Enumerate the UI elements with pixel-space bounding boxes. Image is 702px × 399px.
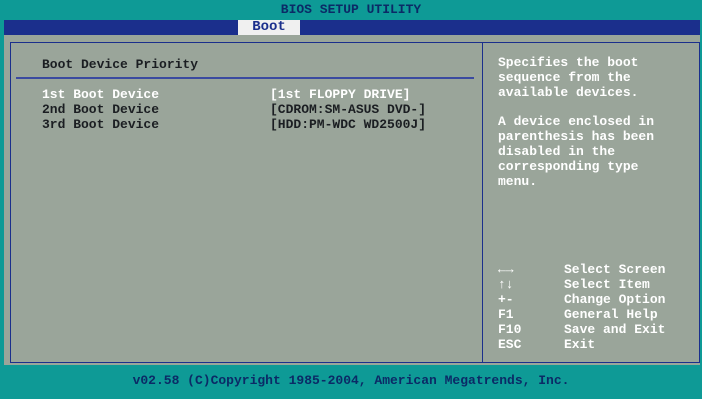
boot-device-label: 3rd Boot Device (42, 117, 160, 132)
key-action: Select Item (564, 277, 650, 292)
arrows-horizontal-icon: ←→ (498, 262, 514, 277)
key-action: General Help (564, 307, 658, 322)
key-legend-row: F10 Save and Exit (498, 322, 698, 337)
copyright-footer: v02.58 (C)Copyright 1985-2004, American … (132, 373, 570, 388)
key-action: Exit (564, 337, 596, 352)
key-legend-row: ↑↓ Select Item (498, 277, 698, 292)
key-name: +- (498, 292, 514, 307)
key-action: Select Screen (564, 262, 666, 277)
help-line: parenthesis has been (498, 129, 655, 144)
key-legend: ←→ Select Screen ↑↓ Select Item +- Chang… (498, 262, 698, 352)
utility-title: BIOS SETUP UTILITY (280, 2, 422, 17)
boot-device-value[interactable]: [CDROM:SM-ASUS DVD-] (270, 102, 426, 117)
key-action: Save and Exit (564, 322, 666, 337)
boot-device-value[interactable]: [HDD:PM-WDC WD2500J] (270, 117, 426, 132)
main-panel: Boot Device Priority 1st Boot Device [1s… (4, 35, 700, 365)
bios-window: BIOS SETUP UTILITY Boot Boot Device Prio… (0, 0, 702, 399)
help-line: menu. (498, 174, 538, 189)
help-line: corresponding type (498, 159, 639, 174)
boot-device-label: 2nd Boot Device (42, 102, 160, 117)
key-action: Change Option (564, 292, 666, 307)
arrows-vertical-icon: ↑↓ (498, 277, 514, 292)
boot-device-label: 1st Boot Device (42, 87, 160, 102)
key-legend-row: F1 General Help (498, 307, 698, 322)
key-legend-row: +- Change Option (498, 292, 698, 307)
key-legend-row: ←→ Select Screen (498, 262, 698, 277)
help-line: A device enclosed in (498, 114, 655, 129)
boot-device-value[interactable]: [1st FLOPPY DRIVE] (270, 87, 410, 102)
section-title: Boot Device Priority (42, 57, 199, 72)
key-name: ESC (498, 337, 522, 352)
section-divider (16, 77, 474, 79)
tab-boot[interactable]: Boot (238, 20, 300, 35)
key-name: F1 (498, 307, 514, 322)
key-legend-row: ESC Exit (498, 337, 698, 352)
help-line: disabled in the (498, 144, 616, 159)
help-line: available devices. (498, 85, 639, 100)
key-name: F10 (498, 322, 522, 337)
help-text: Specifies the boot sequence from the ava… (498, 55, 698, 189)
tab-bar: Boot (4, 20, 700, 35)
help-line: sequence from the (498, 70, 631, 85)
help-line: Specifies the boot (498, 55, 639, 70)
